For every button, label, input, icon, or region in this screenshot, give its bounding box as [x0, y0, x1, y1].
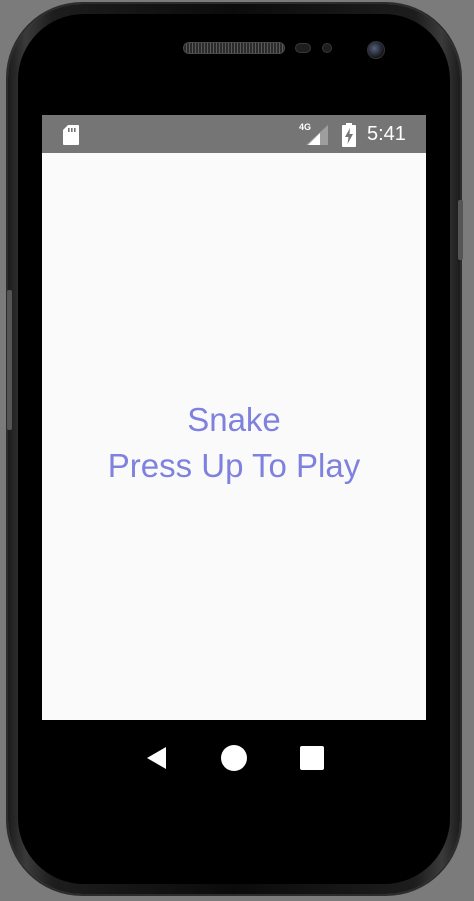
light-sensor: [322, 43, 332, 53]
status-bar: 4G 5:41: [42, 115, 426, 153]
battery-charging-icon: [342, 123, 356, 147]
back-icon[interactable]: [138, 738, 178, 778]
emulator-stage: 4G 5:41 Snake Press Up To Play: [0, 0, 474, 901]
recents-icon[interactable]: [292, 738, 332, 778]
device-screen: 4G 5:41 Snake Press Up To Play: [42, 115, 426, 799]
status-clock: 5:41: [367, 123, 406, 145]
home-icon[interactable]: [214, 738, 254, 778]
volume-key: [7, 290, 12, 430]
game-message: Snake Press Up To Play: [42, 397, 426, 489]
power-key: [458, 200, 463, 260]
play-prompt: Press Up To Play: [107, 447, 361, 484]
game-canvas[interactable]: Snake Press Up To Play: [42, 153, 426, 720]
signal-icon: [306, 125, 328, 145]
earpiece-speaker: [183, 42, 285, 54]
navigation-bar: [42, 720, 426, 799]
front-camera: [367, 41, 385, 59]
sd-card-icon: [63, 125, 79, 145]
proximity-sensor: [295, 43, 311, 53]
game-title: Snake: [187, 401, 281, 438]
